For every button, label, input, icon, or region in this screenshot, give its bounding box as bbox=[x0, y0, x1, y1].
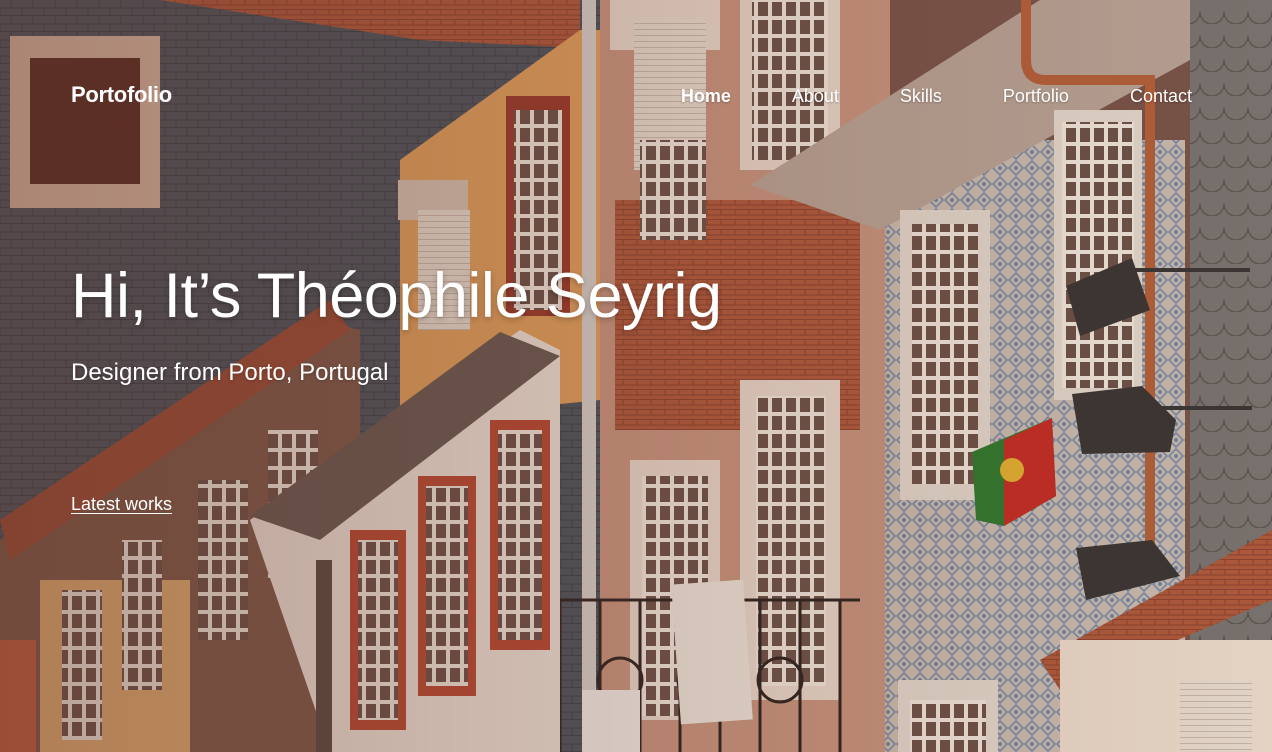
hero-title: Hi, It’s Théophile Seyrig bbox=[71, 261, 722, 331]
nav-item-skills[interactable]: Skills bbox=[900, 85, 942, 107]
nav-item-about[interactable]: About bbox=[792, 85, 839, 107]
nav-item-portfolio[interactable]: Portfolio bbox=[1003, 85, 1069, 107]
nav-item-contact[interactable]: Contact bbox=[1130, 85, 1192, 107]
brand-logo-link[interactable]: Portofolio bbox=[71, 82, 172, 108]
latest-works-link[interactable]: Latest works bbox=[71, 493, 172, 515]
hero-subtitle: Designer from Porto, Portugal bbox=[71, 359, 389, 386]
nav-item-home[interactable]: Home bbox=[681, 85, 731, 107]
main-navigation: Home About Skills Portfolio Contact bbox=[620, 85, 1192, 107]
